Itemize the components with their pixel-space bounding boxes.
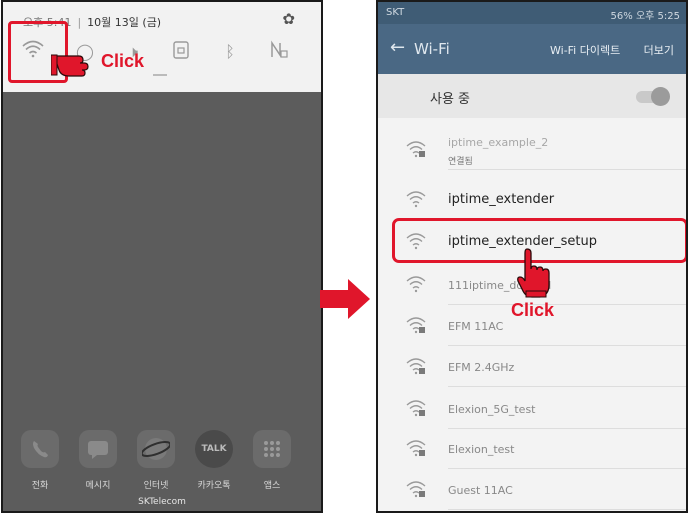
home-screen: TALK 전화 메시지 인터넷 카카오톡 앱스 SKTelecom	[3, 92, 321, 511]
row-divider	[448, 386, 686, 387]
network-name: Guest 11AC	[448, 484, 513, 497]
status-bar: SKT 56% 오후 5:25	[378, 2, 686, 24]
nfc-icon[interactable]	[267, 40, 291, 64]
network-row[interactable]: iptime_extender	[378, 180, 686, 220]
status-carrier: SKT	[386, 7, 405, 18]
pointing-hand-icon	[517, 248, 550, 298]
kakaotalk-badge: TALK	[201, 444, 227, 454]
wifi-toggle-row[interactable]: 사용 중	[378, 74, 686, 118]
status-date: 10월 13일 (금)	[87, 16, 162, 29]
toggle-label: 사용 중	[430, 92, 471, 107]
toggle-switch[interactable]	[651, 87, 670, 106]
wifi-lock-icon	[406, 481, 426, 498]
gear-icon[interactable]: ✿	[282, 10, 295, 28]
phone-icon[interactable]	[21, 430, 59, 468]
network-row[interactable]: iptime_example_2 연결됨	[378, 130, 686, 170]
network-name: iptime_extender	[448, 192, 555, 207]
dock-label-apps: 앱스	[263, 481, 281, 491]
wifi-icon	[406, 191, 426, 208]
row-divider	[448, 468, 686, 469]
more-button[interactable]: 더보기	[644, 42, 674, 58]
wifi-lock-icon	[406, 141, 426, 158]
dock-label-message: 메시지	[85, 481, 111, 491]
row-divider	[448, 169, 686, 170]
wifi-lock-icon	[406, 358, 426, 375]
row-divider	[448, 509, 686, 510]
back-arrow-icon[interactable]: ←	[390, 37, 405, 58]
network-name: Elexion_5G_test	[448, 403, 536, 416]
network-row[interactable]: Elexion_5G_test	[378, 389, 686, 429]
wifi-app-bar: ← Wi-Fi Wi-Fi 다이렉트 더보기	[378, 24, 686, 74]
dock-label-phone: 전화	[31, 481, 49, 491]
row-divider	[448, 304, 686, 305]
network-name: iptime_example_2	[448, 136, 549, 149]
wifi-lock-icon	[406, 400, 426, 417]
left-phone-screen: 오후 5:41 | 10월 13일 (금) ✿ ◯ 🕨 ᛒ Click TALK…	[1, 0, 323, 513]
panel-handle	[153, 74, 167, 76]
pointing-hand-icon	[51, 54, 89, 77]
lock-rotation-icon[interactable]	[169, 40, 193, 64]
network-row[interactable]: EFM 2.4GHz	[378, 347, 686, 387]
click-label: Click	[511, 300, 555, 320]
wifi-direct-button[interactable]: Wi-Fi 다이렉트	[550, 42, 620, 58]
apps-icon[interactable]	[253, 430, 291, 468]
message-icon[interactable]	[79, 430, 117, 468]
row-divider	[448, 345, 686, 346]
network-name: Elexion_test	[448, 443, 515, 456]
wifi-lock-icon	[406, 317, 426, 334]
dock-label-kakaotalk: 카카오톡	[197, 481, 231, 491]
internet-icon[interactable]	[137, 430, 175, 468]
dock-label-internet: 인터넷	[143, 481, 169, 491]
wifi-icon	[406, 276, 426, 293]
network-name: EFM 11AC	[448, 320, 504, 333]
network-status: 연결됨	[448, 157, 473, 167]
carrier-label: SKTelecom	[138, 497, 186, 507]
network-row[interactable]: Elexion_test	[378, 429, 686, 469]
status-right: 56% 오후 5:25	[610, 11, 680, 22]
right-phone-screen: SKT 56% 오후 5:25 ← Wi-Fi Wi-Fi 다이렉트 더보기 사…	[376, 0, 688, 513]
right-arrow-icon	[320, 279, 370, 319]
kakaotalk-icon[interactable]: TALK	[195, 430, 233, 468]
click-label: Click	[101, 51, 145, 71]
page-title: Wi-Fi	[414, 40, 450, 58]
network-name: EFM 2.4GHz	[448, 361, 515, 374]
wifi-lock-icon	[406, 440, 426, 457]
network-row[interactable]: Guest 11AC	[378, 470, 686, 510]
bluetooth-icon[interactable]: ᛒ	[218, 40, 242, 64]
